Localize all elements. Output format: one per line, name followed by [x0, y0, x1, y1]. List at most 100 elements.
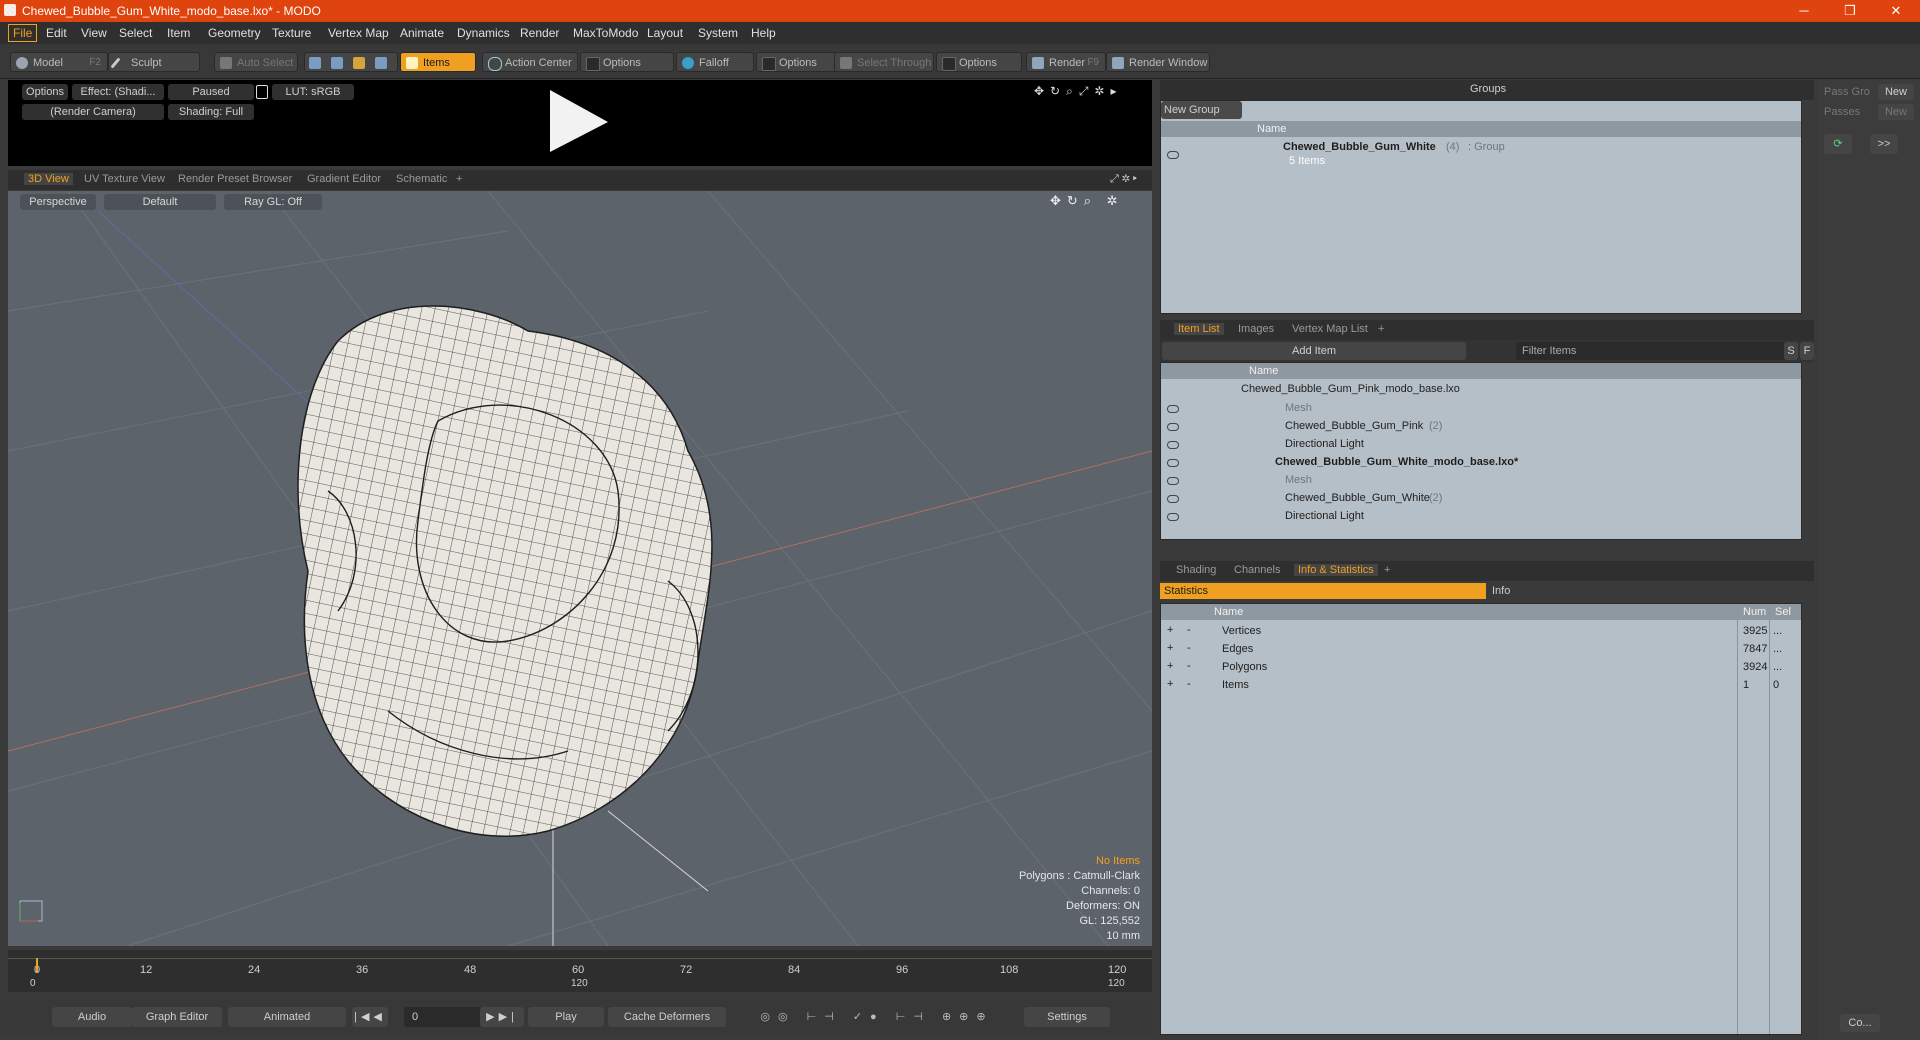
- polygons-mode-icon[interactable]: [353, 57, 365, 69]
- list-item[interactable]: Chewed_Bubble_Gum_Pink (2): [1161, 417, 1801, 435]
- menu-system[interactable]: System: [698, 26, 738, 40]
- filter-items-input[interactable]: Filter Items: [1516, 342, 1786, 360]
- viewport-nav-icons[interactable]: ✥↻⌕ ✲: [1050, 193, 1124, 209]
- menu-dynamics[interactable]: Dynamics: [457, 26, 510, 40]
- menu-view[interactable]: View: [81, 26, 107, 40]
- menu-item[interactable]: Item: [167, 26, 190, 40]
- lut-dropdown[interactable]: LUT: sRGB: [272, 84, 354, 100]
- add-tab-button[interactable]: +: [1378, 323, 1384, 335]
- raygl-dropdown[interactable]: Ray GL: Off: [224, 194, 322, 210]
- falloff-button[interactable]: Falloff: [676, 52, 754, 72]
- tab-info-statistics[interactable]: Info & Statistics: [1294, 564, 1378, 576]
- visibility-eye-icon[interactable]: [1167, 513, 1179, 521]
- menu-help[interactable]: Help: [751, 26, 776, 40]
- menu-maxtomodo[interactable]: MaxToModo: [573, 26, 638, 40]
- render-button[interactable]: Render F9: [1026, 52, 1106, 72]
- list-item[interactable]: Chewed_Bubble_Gum_Pink_modo_base.lxo: [1161, 381, 1801, 399]
- perspective-dropdown[interactable]: Perspective: [20, 194, 96, 210]
- info-tab[interactable]: Info: [1488, 583, 1814, 599]
- add-item-dropdown[interactable]: Add Item: [1162, 342, 1466, 360]
- menu-file[interactable]: File: [8, 24, 38, 42]
- vertices-mode-icon[interactable]: [309, 57, 321, 69]
- shading-dropdown[interactable]: Shading: Full: [168, 104, 254, 120]
- table-row[interactable]: + - Vertices 3925 ...: [1161, 622, 1801, 640]
- action-center-options-button[interactable]: Options: [580, 52, 674, 72]
- 3d-viewport[interactable]: Perspective Default Ray GL: Off ✥↻⌕ ✲ No…: [8, 191, 1152, 946]
- list-item[interactable]: Chewed_Bubble_Gum_White (2): [1161, 489, 1801, 507]
- table-row[interactable]: + - Edges 7847 ...: [1161, 640, 1801, 658]
- group-name[interactable]: Chewed_Bubble_Gum_White: [1283, 141, 1436, 153]
- preview-options-button[interactable]: Options: [22, 84, 68, 100]
- frame-input[interactable]: 0: [404, 1007, 482, 1027]
- tab-vertex-map-list[interactable]: Vertex Map List: [1292, 323, 1368, 335]
- action-center-button[interactable]: Action Center: [482, 52, 578, 72]
- refresh-icon[interactable]: ⟳: [1824, 134, 1852, 154]
- new-pass-group-button[interactable]: New: [1878, 84, 1914, 100]
- collapse-minus-icon[interactable]: -: [1187, 660, 1191, 672]
- skip-start-icon[interactable]: |◀◀: [352, 1007, 388, 1027]
- visibility-eye-icon[interactable]: [1167, 151, 1179, 159]
- close-button[interactable]: ✕: [1876, 2, 1916, 20]
- visibility-eye-icon[interactable]: [1167, 405, 1179, 413]
- collapse-minus-icon[interactable]: -: [1187, 642, 1191, 654]
- statistics-tab[interactable]: Statistics: [1160, 583, 1486, 599]
- default-dropdown[interactable]: Default: [104, 194, 216, 210]
- tab-shading[interactable]: Shading: [1176, 564, 1216, 576]
- expand-plus-icon[interactable]: +: [1167, 660, 1173, 672]
- menu-layout[interactable]: Layout: [647, 26, 683, 40]
- tab-uv-texture-view[interactable]: UV Texture View: [84, 173, 165, 185]
- audio-button[interactable]: Audio: [52, 1007, 132, 1027]
- visibility-eye-icon[interactable]: [1167, 477, 1179, 485]
- gum-mesh[interactable]: [297, 305, 713, 838]
- expand-icon[interactable]: ⤢ ✲ ▸: [1110, 173, 1137, 186]
- menu-edit[interactable]: Edit: [46, 26, 67, 40]
- add-tab-button[interactable]: +: [1384, 564, 1390, 576]
- settings-button[interactable]: Settings: [1024, 1007, 1110, 1027]
- visibility-eye-icon[interactable]: [1167, 495, 1179, 503]
- menu-geometry[interactable]: Geometry: [208, 26, 261, 40]
- menu-animate[interactable]: Animate: [400, 26, 444, 40]
- tab-3d-view[interactable]: 3D View: [24, 173, 73, 185]
- visibility-eye-icon[interactable]: [1167, 459, 1179, 467]
- play-button[interactable]: Play: [528, 1007, 604, 1027]
- select-through-options-button[interactable]: Options: [936, 52, 1022, 72]
- new-group-button[interactable]: New Group: [1161, 101, 1242, 119]
- model-button[interactable]: Model F2: [10, 52, 108, 72]
- minimize-button[interactable]: ─: [1784, 2, 1824, 20]
- table-row[interactable]: + - Items 1 0: [1161, 676, 1801, 694]
- list-item[interactable]: Mesh: [1161, 471, 1801, 489]
- new-pass-button[interactable]: New: [1878, 104, 1914, 120]
- list-item[interactable]: Mesh: [1161, 399, 1801, 417]
- menu-vertex-map[interactable]: Vertex Map: [328, 26, 389, 40]
- co-button[interactable]: Co...: [1840, 1014, 1880, 1032]
- falloff-options-button[interactable]: Options: [756, 52, 836, 72]
- add-tab-button[interactable]: +: [456, 173, 462, 185]
- list-item[interactable]: Chewed_Bubble_Gum_White_modo_base.lxo*: [1161, 453, 1801, 471]
- expand-plus-icon[interactable]: +: [1167, 642, 1173, 654]
- menu-select[interactable]: Select: [119, 26, 152, 40]
- key-tools-icons[interactable]: ◎◎ ⊢⊣ ✓● ⊢⊣ ⊕⊕⊕: [734, 1007, 1020, 1027]
- preview-effect-dropdown[interactable]: Effect: (Shadi...: [72, 84, 164, 100]
- tab-render-preset-browser[interactable]: Render Preset Browser: [178, 173, 292, 185]
- select-through-button[interactable]: Select Through: [834, 52, 934, 72]
- tab-item-list[interactable]: Item List: [1174, 323, 1224, 335]
- render-window-button[interactable]: Render Window: [1106, 52, 1210, 72]
- tab-channels[interactable]: Channels: [1234, 564, 1280, 576]
- lock-icon[interactable]: [256, 85, 268, 99]
- auto-select-button[interactable]: Auto Select: [214, 52, 298, 72]
- edges-mode-icon[interactable]: [331, 57, 343, 69]
- menu-render[interactable]: Render: [520, 26, 559, 40]
- preview-paused-button[interactable]: Paused: [168, 84, 254, 100]
- timeline[interactable]: 0 12 24 36 48 60 72 84 96 108 120 0 120 …: [8, 950, 1152, 992]
- preview-nav-icons[interactable]: ✥↻⌕⤢✲▸: [1034, 84, 1123, 99]
- visibility-eye-icon[interactable]: [1167, 423, 1179, 431]
- sculpt-button[interactable]: Sculpt: [108, 52, 200, 72]
- animated-dropdown[interactable]: Animated: [228, 1007, 346, 1027]
- expand-arrows-button[interactable]: >>: [1870, 134, 1898, 154]
- playhead[interactable]: [36, 958, 38, 972]
- graph-editor-button[interactable]: Graph Editor: [132, 1007, 222, 1027]
- tab-gradient-editor[interactable]: Gradient Editor: [307, 173, 381, 185]
- visibility-eye-icon[interactable]: [1167, 441, 1179, 449]
- collapse-minus-icon[interactable]: -: [1187, 678, 1191, 690]
- list-item[interactable]: Directional Light: [1161, 435, 1801, 453]
